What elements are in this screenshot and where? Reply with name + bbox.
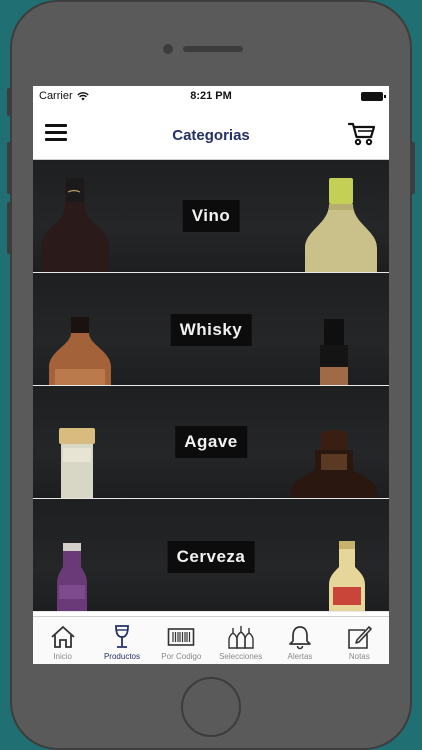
category-list: Vino Whisky Agave Cerveza	[33, 160, 389, 616]
category-whisky[interactable]: Whisky	[33, 273, 389, 386]
status-bar: Carrier 8:21 PM	[33, 86, 389, 106]
barcode-icon	[168, 628, 195, 646]
dark-agave-bottle-image	[291, 430, 377, 498]
status-time: 8:21 PM	[190, 90, 232, 102]
bell-icon	[289, 626, 311, 650]
tab-label: Selecciones	[219, 652, 263, 661]
category-cerveza[interactable]: Cerveza	[33, 499, 389, 612]
app-screen: Carrier 8:21 PM Categorias Vino Whisky A…	[33, 86, 389, 664]
category-label: Vino	[182, 200, 240, 232]
tab-bar: Inicio Productos Por Codigo Selecciones …	[33, 616, 389, 664]
tab-notas[interactable]: Notas	[330, 617, 389, 664]
tab-productos[interactable]: Productos	[92, 617, 151, 664]
tab-label: Inicio	[53, 652, 72, 661]
tab-inicio[interactable]: Inicio	[33, 617, 92, 664]
bottles-icon	[227, 626, 254, 649]
whisky-bottle-black-image	[320, 319, 348, 385]
beer-bottle-purple-image	[57, 543, 87, 611]
white-wine-bottle-image	[305, 178, 377, 272]
volume-up-button	[7, 142, 11, 194]
beer-bottle-clear-image	[329, 541, 365, 611]
page-title: Categorias	[172, 127, 250, 144]
home-button[interactable]	[181, 677, 241, 737]
tab-label: Notas	[348, 652, 370, 661]
category-label: Cerveza	[167, 541, 255, 573]
red-wine-bottle-image	[41, 178, 109, 272]
whisky-bottle-image	[49, 317, 111, 385]
battery-icon	[361, 91, 386, 101]
home-icon	[51, 626, 75, 648]
tab-selecciones[interactable]: Selecciones	[211, 617, 270, 664]
front-camera	[163, 44, 173, 54]
category-vino[interactable]: Vino	[33, 160, 389, 273]
volume-down-button	[7, 202, 11, 254]
navigation-bar: Categorias	[33, 106, 389, 160]
power-button	[411, 142, 415, 194]
tequila-bottle-image	[59, 428, 95, 498]
category-label: Whisky	[170, 314, 252, 346]
tab-label: Por Codigo	[161, 652, 202, 661]
earpiece	[183, 46, 243, 52]
wine-glass-icon	[115, 625, 129, 648]
category-label: Agave	[175, 426, 247, 458]
tab-por-codigo[interactable]: Por Codigo	[152, 617, 211, 664]
edit-note-icon	[348, 626, 373, 649]
mute-switch	[7, 88, 11, 116]
category-agave[interactable]: Agave	[33, 386, 389, 499]
tab-alertas[interactable]: Alertas	[270, 617, 329, 664]
tab-label: Productos	[103, 652, 140, 661]
tab-label: Alertas	[287, 652, 313, 661]
